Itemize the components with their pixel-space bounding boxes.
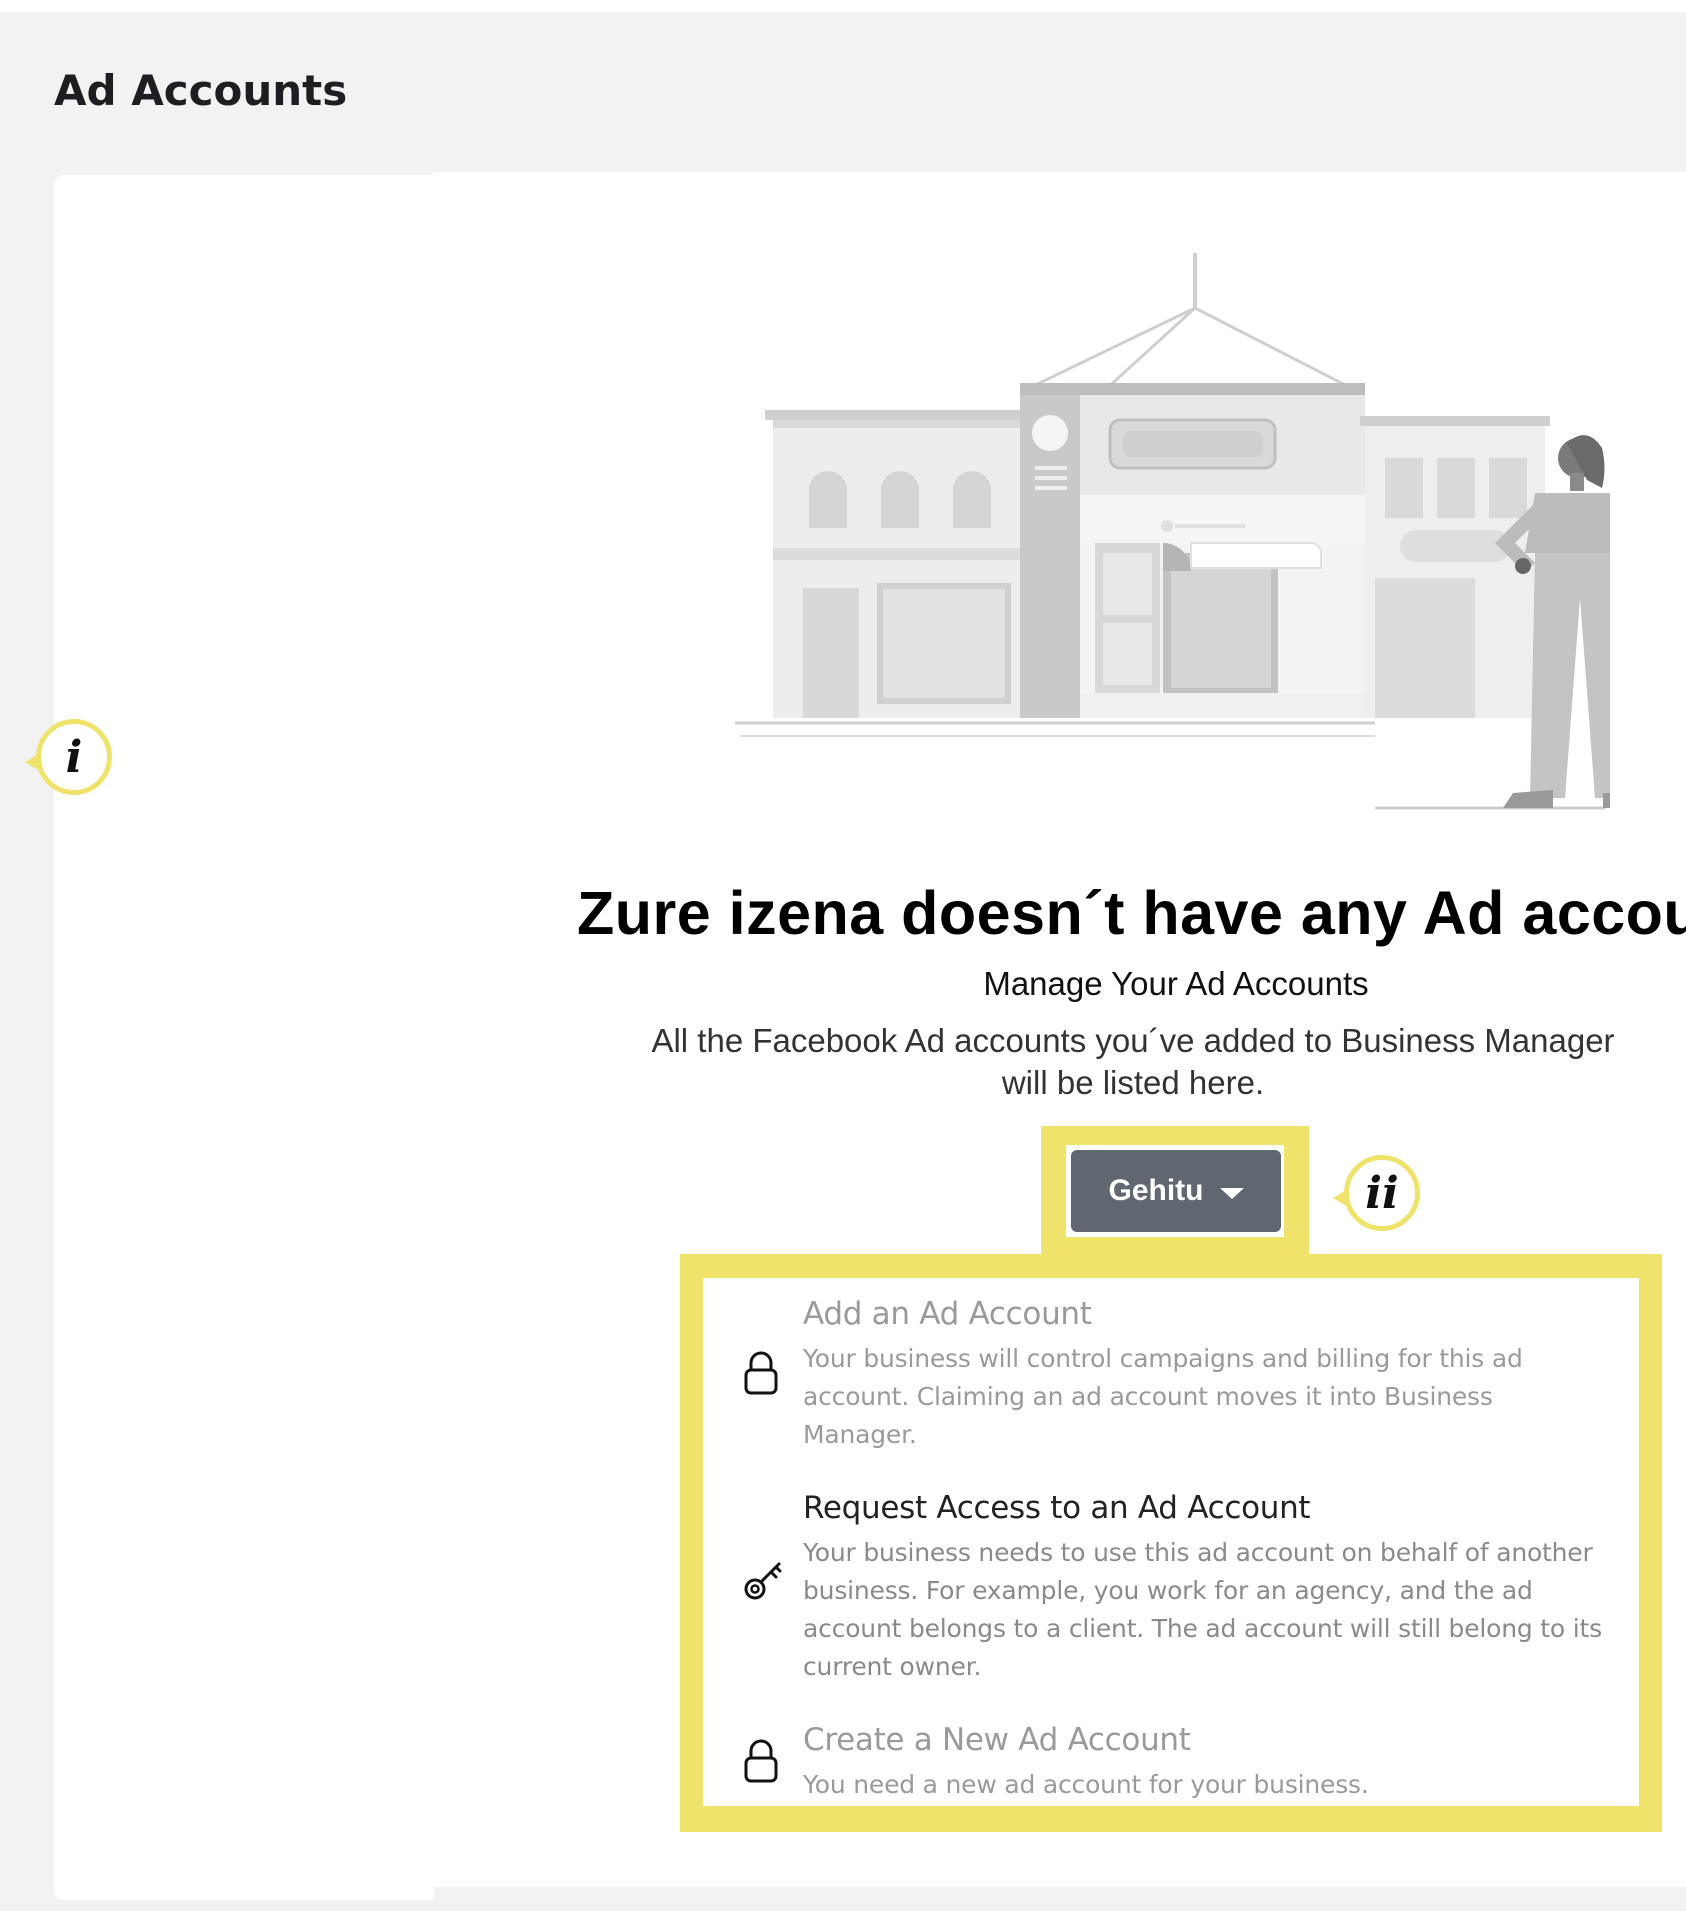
menu-item-title: Add an Ad Account (803, 1296, 1092, 1332)
page-title: Ad Accounts (54, 66, 348, 115)
callout-i: i (25, 719, 112, 795)
add-menu: Add an Ad Account Your business will con… (703, 1278, 1639, 1806)
storefront-illustration (735, 253, 1610, 810)
menu-item-create-ad-account[interactable]: Create a New Ad Account You need a new a… (703, 1722, 1639, 1802)
callout-label: i (65, 731, 83, 783)
empty-state-description: All the Facebook Ad accounts you´ve adde… (433, 1020, 1686, 1104)
callout-label: ii (1365, 1167, 1399, 1219)
key-icon (744, 1562, 782, 1600)
callout-ii: ii (1333, 1155, 1420, 1231)
lock-icon (744, 1739, 778, 1783)
menu-item-title: Request Access to an Ad Account (803, 1490, 1311, 1526)
menu-item-request-access[interactable]: Request Access to an Ad Account Your bus… (703, 1490, 1639, 1681)
left-panel (54, 175, 434, 1900)
callout-pointer (1333, 1189, 1348, 1207)
description-line-2: will be listed here. (1001, 1064, 1265, 1101)
add-button[interactable]: Gehitu (1071, 1150, 1281, 1232)
lock-icon (744, 1351, 778, 1395)
empty-state-headline: Zure izena doesn´t have any Ad accou (577, 879, 1686, 947)
caret-down-icon (1219, 1187, 1244, 1199)
menu-item-add-ad-account[interactable]: Add an Ad Account Your business will con… (703, 1296, 1639, 1449)
empty-state-subhead: Manage Your Ad Accounts (983, 965, 1369, 1002)
menu-item-description: Your business needs to use this ad accou… (803, 1538, 1602, 1681)
description-line-1: All the Facebook Ad accounts you´ve adde… (651, 1022, 1615, 1059)
menu-item-description: Your business will control campaigns and… (803, 1344, 1523, 1449)
add-button-label: Gehitu (1108, 1174, 1204, 1207)
callout-pointer (25, 753, 40, 771)
menu-item-title: Create a New Ad Account (803, 1722, 1191, 1758)
menu-item-description: You need a new ad account for your busin… (803, 1770, 1369, 1799)
